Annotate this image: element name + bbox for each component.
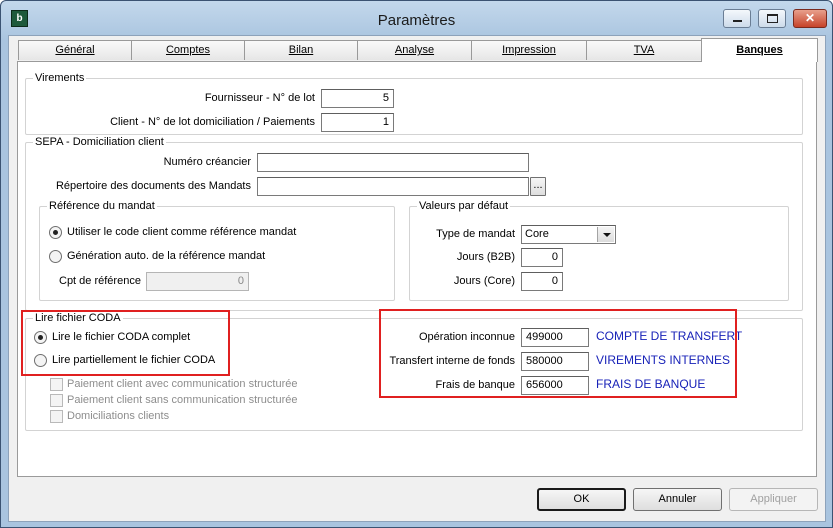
repertoire-mandats-label: Répertoire des documents des Mandats [55,180,251,192]
maximize-button[interactable] [758,9,786,28]
highlight-box-coda-accounts [379,309,737,398]
numero-creancier-input[interactable] [257,153,529,172]
type-mandat-select[interactable]: Core [521,225,616,244]
chevron-down-icon[interactable] [597,227,614,242]
tab-banques[interactable]: Banques [701,38,818,62]
minimize-icon [733,20,742,22]
title-bar[interactable]: b Paramètres ✕ [1,1,832,39]
dialog-window: b Paramètres ✕ Général Comptes Bilan Ana… [0,0,833,528]
type-mandat-label: Type de mandat [436,228,515,240]
sepa-legend: SEPA - Domiciliation client [33,136,166,148]
apply-button[interactable]: Appliquer [729,488,818,511]
tab-comptes[interactable]: Comptes [131,40,245,60]
tab-analyse[interactable]: Analyse [357,40,472,60]
reference-mandat-legend: Référence du mandat [47,200,157,212]
cpt-reference-input[interactable]: 0 [146,272,249,291]
checkbox-paiement-sans-comm[interactable] [50,394,63,407]
checkbox-domiciliations[interactable] [50,410,63,423]
jours-b2b-input[interactable]: 0 [521,248,563,267]
type-mandat-value: Core [525,228,549,240]
valeurs-defaut-legend: Valeurs par défaut [417,200,511,212]
checkbox-domiciliations-label: Domiciliations clients [67,410,170,422]
jours-b2b-label: Jours (B2B) [456,251,515,263]
cpt-reference-label: Cpt de référence [59,275,141,287]
fournisseur-lot-input[interactable]: 5 [321,89,394,108]
tab-tva[interactable]: TVA [586,40,702,60]
highlight-box-coda-options [21,310,230,376]
virements-legend: Virements [33,72,87,84]
minimize-button[interactable] [723,9,751,28]
tab-general[interactable]: Général [18,40,132,60]
repertoire-mandats-input[interactable] [257,177,529,196]
radio-generation-auto-label[interactable]: Génération auto. de la référence mandat [67,250,265,263]
radio-generation-auto[interactable] [49,250,62,263]
client-lot-input[interactable]: 1 [321,113,394,132]
maximize-icon [767,14,778,23]
jours-core-label: Jours (Core) [453,275,515,287]
checkbox-paiement-avec-comm[interactable] [50,378,63,391]
ok-button[interactable]: OK [537,488,626,511]
cancel-button[interactable]: Annuler [633,488,722,511]
tab-bilan[interactable]: Bilan [244,40,358,60]
jours-core-input[interactable]: 0 [521,272,563,291]
radio-code-client-label[interactable]: Utiliser le code client comme référence … [67,226,296,239]
numero-creancier-label: Numéro créancier [163,156,251,168]
window-title: Paramètres [377,12,456,29]
tab-impression[interactable]: Impression [471,40,587,60]
checkbox-paiement-avec-comm-label: Paiement client avec communication struc… [67,378,298,390]
fournisseur-lot-label: Fournisseur - N° de lot [204,92,315,104]
checkbox-paiement-sans-comm-label: Paiement client sans communication struc… [67,394,298,406]
close-icon: ✕ [804,11,816,25]
radio-code-client[interactable] [49,226,62,239]
browse-button[interactable]: ... [530,177,546,196]
close-button[interactable]: ✕ [793,9,827,28]
client-lot-label: Client - N° de lot domiciliation / Paiem… [110,116,315,128]
